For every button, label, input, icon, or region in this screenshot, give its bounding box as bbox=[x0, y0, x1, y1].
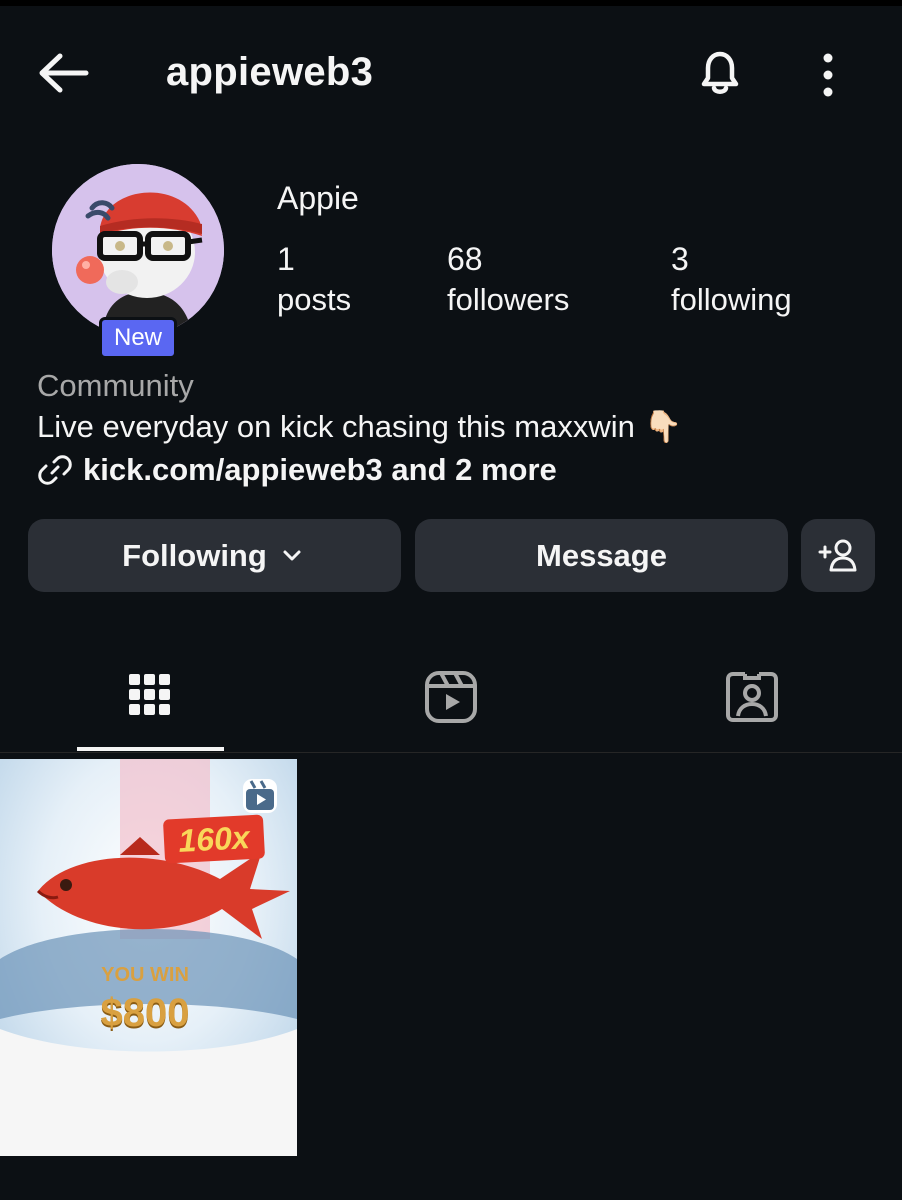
posts-count: 1 bbox=[277, 241, 295, 277]
suggested-users-button[interactable] bbox=[801, 519, 875, 592]
tab-tagged[interactable] bbox=[602, 650, 902, 752]
avatar[interactable] bbox=[52, 164, 224, 336]
status-strip bbox=[0, 0, 902, 6]
display-name: Appie bbox=[277, 180, 359, 216]
profile-link-text: kick.com/appieweb3 and 2 more bbox=[83, 452, 557, 487]
more-options-button[interactable] bbox=[808, 44, 848, 104]
tagged-icon bbox=[726, 672, 778, 722]
profile-tabs bbox=[0, 650, 902, 753]
following-button[interactable]: Following bbox=[28, 519, 401, 592]
message-button[interactable]: Message bbox=[415, 519, 788, 592]
reel-badge bbox=[241, 777, 279, 820]
post-multiplier: 160x bbox=[162, 814, 266, 864]
profile-header: appieweb3 bbox=[0, 30, 902, 114]
post-thumbnail[interactable]: 160x YOU WIN $800 bbox=[0, 759, 297, 1156]
add-user-icon bbox=[818, 539, 857, 571]
posts-label: posts bbox=[277, 282, 352, 317]
post-caption-amount: $800 bbox=[100, 991, 190, 1035]
following-label: following bbox=[671, 282, 792, 317]
reels-icon bbox=[243, 779, 277, 813]
posts-stat[interactable]: 1 posts bbox=[277, 240, 351, 322]
back-button[interactable] bbox=[34, 48, 94, 98]
chevron-down-icon bbox=[283, 550, 301, 560]
notifications-button[interactable] bbox=[690, 42, 750, 102]
following-count: 3 bbox=[671, 241, 689, 277]
arrow-left-icon bbox=[39, 53, 89, 93]
post-caption-top: YOU WIN bbox=[101, 964, 189, 986]
grid-icon bbox=[129, 674, 170, 715]
followers-stat[interactable]: 68 followers bbox=[447, 240, 569, 322]
active-tab-indicator bbox=[77, 747, 224, 751]
bell-icon bbox=[701, 51, 739, 94]
profile-category: Community bbox=[37, 368, 194, 403]
following-button-label: Following bbox=[122, 537, 267, 573]
more-vertical-icon bbox=[823, 53, 833, 97]
profile-username: appieweb3 bbox=[166, 50, 374, 94]
profile-link[interactable]: kick.com/appieweb3 and 2 more bbox=[37, 452, 557, 488]
profile-bio: Live everyday on kick chasing this maxxw… bbox=[37, 409, 683, 444]
link-icon bbox=[38, 455, 72, 485]
avatar-image bbox=[52, 164, 224, 336]
tab-posts-grid[interactable] bbox=[0, 650, 300, 752]
followers-count: 68 bbox=[447, 241, 483, 277]
tab-reels[interactable] bbox=[301, 650, 601, 752]
reels-icon bbox=[425, 671, 477, 723]
message-button-label: Message bbox=[536, 537, 667, 573]
new-badge: New bbox=[99, 317, 177, 359]
following-stat[interactable]: 3 following bbox=[671, 240, 792, 322]
followers-label: followers bbox=[447, 282, 570, 317]
